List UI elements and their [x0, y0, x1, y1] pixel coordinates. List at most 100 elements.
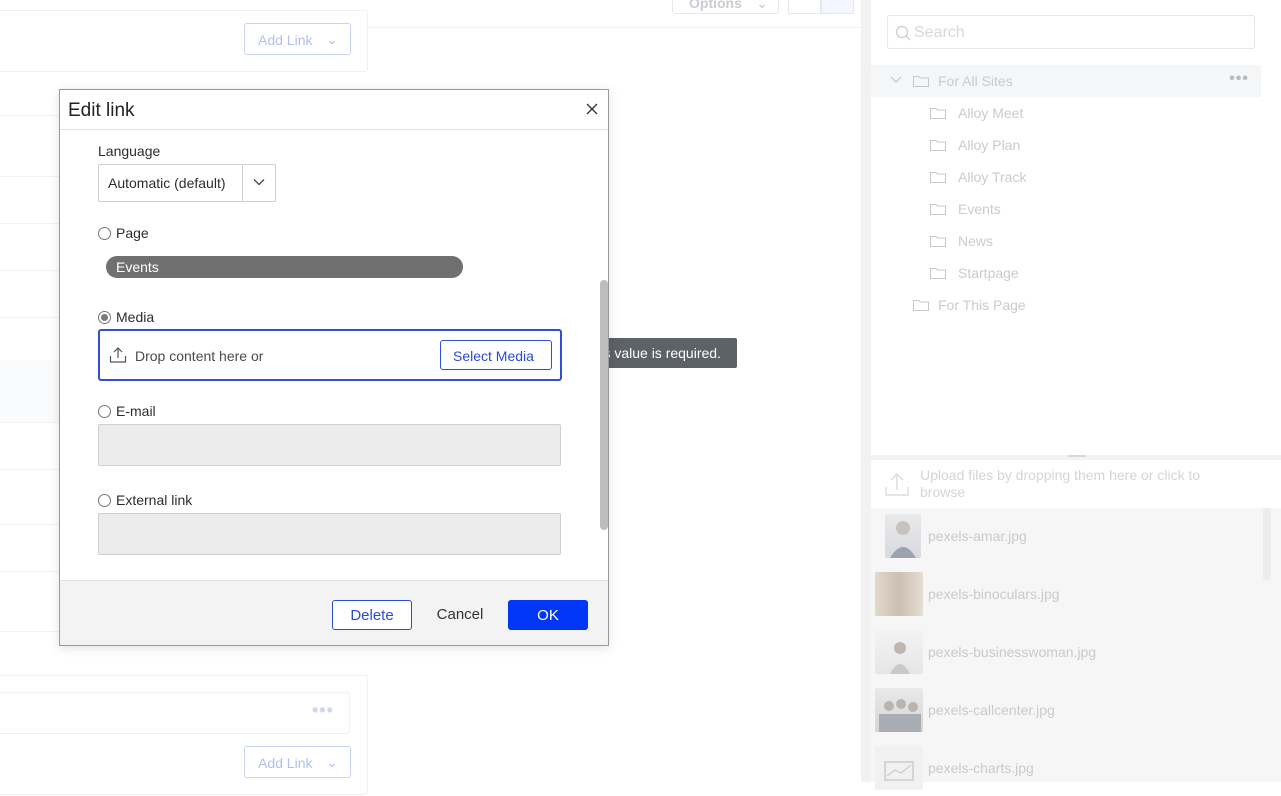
media-item[interactable]: pexels-binoculars.jpg [875, 566, 1259, 622]
email-radio[interactable] [98, 405, 111, 418]
folder-icon [930, 140, 946, 151]
selected-page-value: Events [116, 259, 159, 275]
row-shade [0, 360, 60, 422]
tree-item-label: Alloy Plan [958, 137, 1021, 153]
row-divider [0, 223, 60, 224]
media-list: pexels-amar.jpg pexels-binoculars.jpg pe… [871, 508, 1281, 790]
row-divider [0, 270, 60, 271]
panel-splitter[interactable] [861, 0, 871, 782]
upload-icon [109, 347, 127, 363]
cancel-label: Cancel [436, 606, 484, 623]
external-link-radio[interactable] [98, 494, 111, 507]
email-label: E-mail [116, 403, 156, 419]
chevron-down-icon[interactable] [253, 177, 265, 187]
row-divider [0, 317, 60, 318]
cancel-button[interactable]: Cancel [430, 600, 490, 630]
select-media-button[interactable]: Select Media [440, 340, 552, 370]
page-radio[interactable] [98, 227, 111, 240]
select-divider [242, 165, 243, 201]
media-list-scrollbar[interactable] [1263, 508, 1271, 580]
media-file-name: pexels-amar.jpg [928, 528, 1027, 544]
folder-icon [930, 172, 946, 183]
page-label: Page [116, 225, 149, 241]
tree-item-label: Startpage [958, 265, 1019, 281]
external-link-label: External link [116, 492, 193, 508]
media-file-name: pexels-callcenter.jpg [928, 702, 1055, 718]
language-value: Automatic (default) [108, 175, 226, 191]
edit-link-dialog: Edit link Language Automatic (default) P… [59, 89, 609, 646]
dialog-footer: Delete Cancel OK [60, 580, 608, 645]
selected-page-chip[interactable]: Events [106, 256, 463, 278]
search-placeholder: Search [914, 24, 965, 41]
ok-label: OK [537, 607, 559, 624]
row-divider [0, 176, 60, 177]
folder-icon [930, 108, 946, 119]
email-field[interactable] [98, 424, 561, 466]
more-options-icon[interactable]: ••• [312, 700, 334, 721]
tree-item-label: Events [958, 201, 1001, 217]
dialog-header: Edit link [60, 90, 608, 130]
folder-icon [913, 300, 929, 311]
external-link-field[interactable] [98, 513, 561, 555]
media-thumbnail [875, 630, 923, 674]
add-link-button[interactable]: Add Link ⌄ [244, 746, 351, 778]
folder-icon [913, 76, 929, 87]
row-divider [0, 524, 60, 525]
dialog-title: Edit link [68, 100, 135, 121]
tree-item-for-all-sites[interactable]: For All Sites ••• [871, 65, 1261, 97]
media-file-name: pexels-businesswoman.jpg [928, 644, 1097, 660]
delete-button[interactable]: Delete [332, 600, 412, 630]
search-icon [895, 25, 911, 41]
media-radio[interactable] [98, 311, 111, 324]
language-label: Language [98, 143, 161, 159]
tree-item-label: For All Sites [938, 73, 1013, 89]
media-thumbnail [875, 572, 923, 616]
tree-item-label: For This Page [938, 297, 1026, 313]
row-divider [0, 115, 60, 116]
options-button[interactable]: Options ⌄ [672, 0, 779, 14]
chevron-down-icon[interactable] [890, 75, 902, 85]
add-link-label: Add Link [258, 32, 313, 48]
chevron-down-icon: ⌄ [326, 31, 338, 47]
media-item[interactable]: pexels-amar.jpg [875, 508, 1259, 564]
media-item[interactable]: pexels-charts.jpg [875, 740, 1259, 796]
tree-item-label: Alloy Meet [958, 105, 1024, 121]
language-select[interactable]: Automatic (default) [98, 164, 276, 202]
media-file-name: pexels-binoculars.jpg [928, 586, 1060, 602]
chevron-down-icon: ⌄ [756, 0, 768, 11]
close-icon[interactable] [582, 99, 602, 119]
media-file-name: pexels-charts.jpg [928, 760, 1034, 776]
row-divider [0, 422, 60, 423]
media-thumbnail [885, 514, 921, 558]
upload-icon [885, 472, 909, 496]
search-input[interactable]: Search [887, 15, 1255, 49]
media-label: Media [116, 309, 155, 325]
dialog-scrollbar-thumb[interactable] [600, 280, 608, 530]
options-label: Options [689, 0, 742, 11]
delete-label: Delete [350, 607, 394, 624]
media-item[interactable]: pexels-businesswoman.jpg [875, 624, 1259, 680]
media-thumbnail [875, 746, 923, 790]
drop-text: Drop content here or [135, 348, 264, 364]
dialog-body: Language Automatic (default) Page Events… [60, 130, 608, 580]
tree-item-label: News [958, 233, 994, 249]
media-thumbnail [875, 688, 923, 732]
more-options-icon[interactable]: ••• [1229, 70, 1249, 88]
ok-button[interactable]: OK [508, 600, 588, 630]
add-link-button[interactable]: Add Link ⌄ [244, 23, 351, 55]
upload-dropzone[interactable]: Upload files by dropping them here or cl… [871, 460, 1281, 508]
add-link-label: Add Link [258, 755, 313, 771]
row-divider [0, 631, 60, 632]
link-item [0, 692, 350, 734]
folder-icon [930, 204, 946, 215]
chevron-down-icon: ⌄ [326, 754, 338, 770]
list-view-button[interactable] [821, 0, 854, 14]
row-divider [0, 469, 60, 470]
resize-grip[interactable] [1068, 455, 1086, 457]
folder-icon [930, 236, 946, 247]
tile-view-button[interactable] [788, 0, 821, 14]
folder-icon [930, 268, 946, 279]
media-item[interactable]: pexels-callcenter.jpg [875, 682, 1259, 738]
select-media-label: Select Media [453, 348, 534, 364]
media-dropzone[interactable]: Drop content here or Select Media [98, 329, 562, 381]
